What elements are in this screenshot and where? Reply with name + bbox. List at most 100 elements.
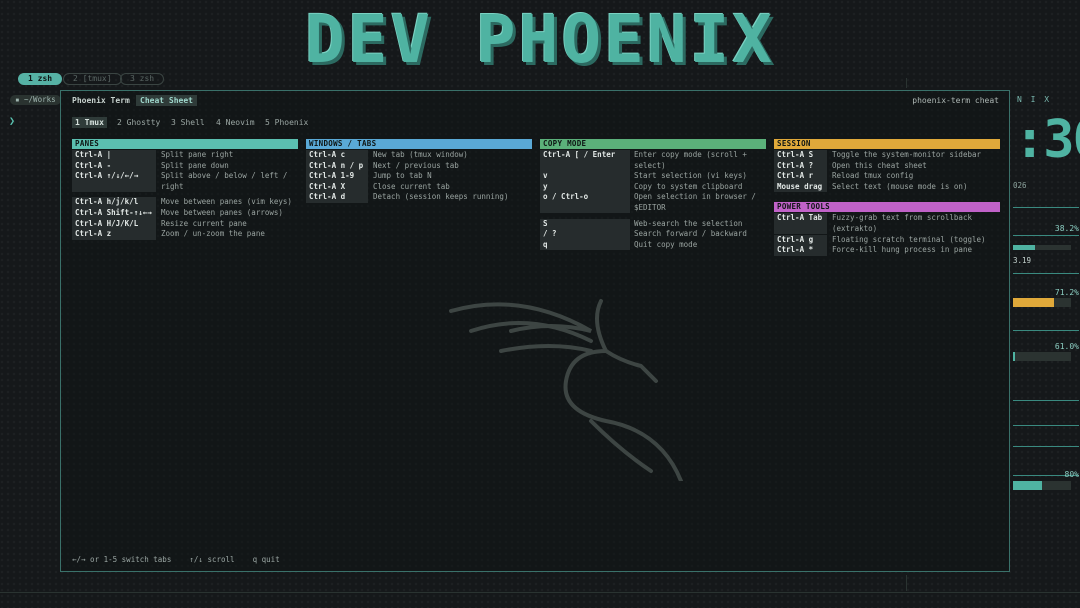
- shortcut-desc: Open selection in browser / $EDITOR: [634, 192, 756, 212]
- shortcut-row: Ctrl-A S Toggle the system-monitor sideb…: [774, 150, 1000, 161]
- shortcut-row: Ctrl-A ↑/↓/←/→ Split above / below / lef…: [72, 171, 301, 193]
- shortcut-desc: New tab (tmux window): [373, 150, 468, 159]
- shortcut-row: Ctrl-A h/j/k/l Move between panes (vim k…: [72, 197, 301, 208]
- tab-phoenix[interactable]: 5 Phoenix: [262, 117, 311, 128]
- tab-tmux[interactable]: 1 Tmux: [72, 117, 107, 128]
- shortcut-key: y: [540, 181, 630, 193]
- shortcut-key: Ctrl-A r: [774, 171, 827, 182]
- shortcut-row: Ctrl-A [ / Enter Enter copy mode (scroll…: [540, 150, 766, 171]
- metric-2-fill: [1013, 298, 1055, 307]
- shortcut-key: Ctrl-A Tab: [774, 213, 827, 235]
- graph-line: [1013, 446, 1079, 447]
- shortcut-key: q: [540, 239, 630, 251]
- metric-1-pct: 38.2%: [1054, 224, 1079, 233]
- shortcut-desc: Next / previous tab: [373, 160, 459, 170]
- tab-ghostty[interactable]: 2 Ghostty: [114, 117, 163, 128]
- shortcut-key: Ctrl-A ↑/↓/←/→: [72, 171, 156, 193]
- shortcut-key: Mouse drag: [774, 181, 827, 193]
- shortcut-row: v Start selection (vi keys): [540, 171, 766, 182]
- shortcut-row: Ctrl-A Shift-↑↓←→ Move between panes (ar…: [72, 207, 301, 219]
- shortcut-row: Mouse drag Select text (mouse mode is on…: [774, 181, 1000, 193]
- shortcut-desc: Floating scratch terminal (toggle): [832, 234, 986, 244]
- shortcut-desc: Search forward / backward: [634, 229, 747, 239]
- shortcut-desc: Reload tmux config: [832, 171, 914, 181]
- app-label: Phoenix Term: [72, 96, 130, 105]
- tmux-tab-3[interactable]: 3 zsh: [120, 73, 165, 85]
- tmux-tab-1[interactable]: 1 zsh: [18, 73, 63, 85]
- shortcut-row: Ctrl-A 1-9 Jump to tab N: [306, 171, 533, 182]
- sidebar-small-value: 3.19: [1013, 256, 1032, 265]
- shortcut-row: / ? Search forward / backward: [540, 229, 766, 240]
- shortcut-row: Ctrl-A * Force-kill hung process in pane: [774, 245, 1000, 256]
- shortcut-desc: Fuzzy-grab text from scrollback (extrakt…: [832, 213, 972, 233]
- sidebar-clock: :30: [1014, 110, 1080, 170]
- shortcut-key: Ctrl-A g: [774, 234, 827, 246]
- graph-line: [1013, 273, 1079, 274]
- shortcut-row: q Quit copy mode: [540, 239, 766, 251]
- shortcut-desc: Start selection (vi keys): [634, 171, 747, 181]
- shortcut-row: Ctrl-A ? Open this cheat sheet: [774, 160, 1000, 172]
- shortcut-desc: Enter copy mode (scroll + select): [634, 150, 747, 170]
- section-header: WINDOWS / TABS: [306, 139, 532, 149]
- shortcut-key: Ctrl-A z: [72, 229, 156, 240]
- shortcut-desc: Split above / below / left / right: [161, 171, 288, 191]
- cheat-sheet-badge: Cheat Sheet: [136, 95, 197, 106]
- sidebar-subtext: 026: [1013, 181, 1027, 190]
- shortcut-key: Ctrl-A |: [72, 150, 156, 161]
- shortcut-key: S: [540, 218, 630, 230]
- metric-1-bar: [1013, 245, 1071, 250]
- shortcut-key: Ctrl-A *: [774, 245, 827, 256]
- shortcut-desc: Force-kill hung process in pane: [832, 245, 972, 255]
- dragon-logo-icon: [449, 299, 683, 481]
- metric-3-pct: 61.0%: [1054, 342, 1079, 351]
- shortcut-desc: Toggle the system-monitor sidebar: [832, 150, 982, 159]
- tmux-tab-2[interactable]: 2 [tmux]: [63, 73, 122, 85]
- metric-3-bar: [1013, 352, 1071, 361]
- app-banner-title: DEV PHOENIX: [304, 1, 776, 78]
- metric-4-bar: [1013, 481, 1071, 490]
- copy-mode-section: COPY MODE Ctrl-A [ / Enter Enter copy mo…: [540, 139, 766, 251]
- metric-3-fill: [1013, 352, 1015, 361]
- metric-4-fill: [1013, 481, 1042, 490]
- tab-neovim[interactable]: 4 Neovim: [213, 117, 258, 128]
- shortcut-row: y Copy to system clipboard: [540, 181, 766, 193]
- tab-shell[interactable]: 3 Shell: [168, 117, 208, 128]
- shortcut-desc: Detach (session keeps running): [373, 192, 509, 202]
- shortcut-desc: Quit copy mode: [634, 239, 698, 249]
- shortcut-desc: Close current tab: [373, 181, 450, 191]
- shortcut-row: Ctrl-A z Zoom / un-zoom the pane: [72, 229, 301, 240]
- shortcut-key: Ctrl-A d: [306, 192, 368, 203]
- shortcut-key: Ctrl-A ?: [774, 160, 827, 172]
- shortcut-key: o / Ctrl-o: [540, 192, 630, 214]
- shortcut-desc: Web-search the selection: [634, 218, 743, 228]
- shortcut-desc: Zoom / un-zoom the pane: [161, 229, 265, 239]
- shortcut-desc: Resize current pane: [161, 218, 247, 228]
- shortcut-key: Ctrl-A S: [774, 150, 827, 161]
- shortcut-key: Ctrl-A Shift-↑↓←→: [72, 207, 156, 219]
- sidebar-title: N I X: [1017, 95, 1052, 104]
- shortcut-row: Ctrl-A d Detach (session keeps running): [306, 192, 533, 203]
- metric-1-fill: [1013, 245, 1036, 250]
- shortcut-row: Ctrl-A g Floating scratch terminal (togg…: [774, 234, 1000, 246]
- shortcut-key: Ctrl-A 1-9: [306, 171, 368, 182]
- shortcut-row: Ctrl-A c New tab (tmux window): [306, 150, 533, 161]
- shortcut-row: o / Ctrl-o Open selection in browser / $…: [540, 192, 766, 214]
- section-header: SESSION: [774, 139, 1000, 149]
- shell-prompt-icon: ❯: [9, 116, 16, 127]
- shortcut-desc: Open this cheat sheet: [832, 160, 927, 170]
- graph-line: [1013, 330, 1079, 331]
- window-title: phoenix-term cheat: [912, 96, 999, 105]
- status-divider: [0, 592, 1080, 593]
- shortcut-key: v: [540, 171, 630, 182]
- shortcut-desc: Jump to tab N: [373, 171, 432, 181]
- section-header: COPY MODE: [540, 139, 766, 149]
- shortcut-key: Ctrl-A h/j/k/l: [72, 197, 156, 208]
- shortcut-key: Ctrl-A X: [306, 181, 368, 193]
- graph-line: [1013, 207, 1079, 208]
- shortcut-key: Ctrl-A n / p: [306, 160, 368, 172]
- shortcut-key: Ctrl-A c: [306, 150, 368, 161]
- cheat-sheet-window: Phoenix Term Cheat Sheet phoenix-term ch…: [60, 90, 1010, 572]
- graph-line: [1013, 400, 1079, 401]
- shortcut-row: Ctrl-A X Close current tab: [306, 181, 533, 193]
- graph-line: [1013, 425, 1079, 426]
